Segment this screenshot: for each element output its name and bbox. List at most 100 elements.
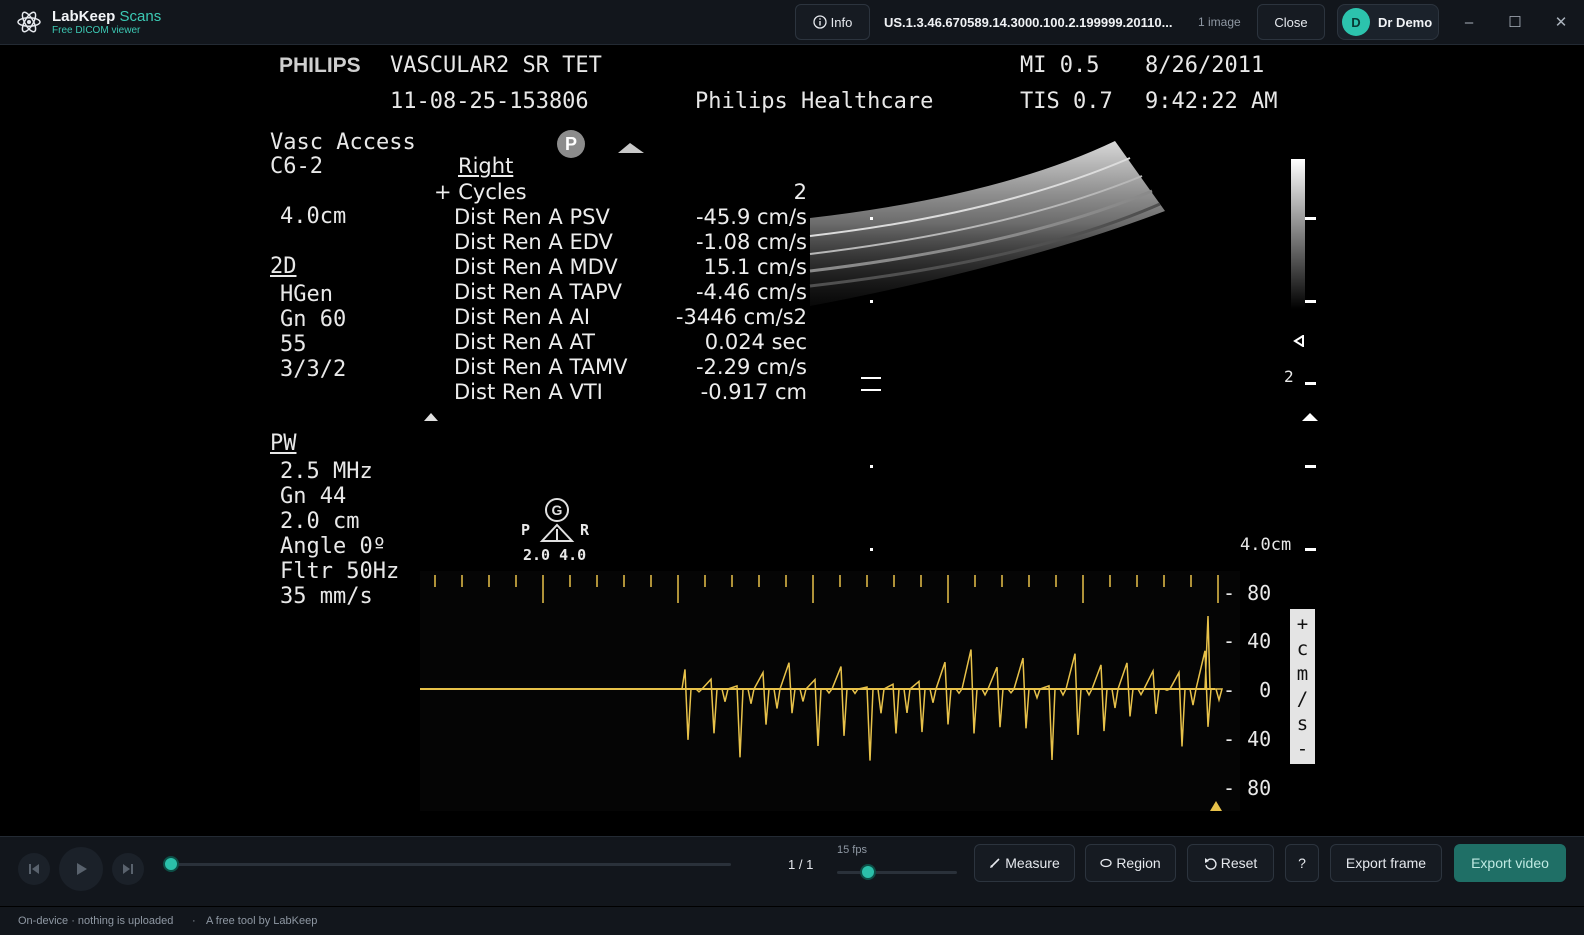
frame-scrubber[interactable] (171, 863, 731, 866)
close-window-button[interactable]: ✕ (1551, 12, 1571, 32)
sample-volume-dot (870, 300, 873, 303)
preset-label: VASCULAR2 SR TET (390, 53, 602, 78)
fps-slider[interactable] (837, 871, 957, 874)
scale-tick (1305, 382, 1316, 385)
fps-slider-handle[interactable] (860, 864, 877, 880)
mode-2d-param: HGen (280, 282, 333, 307)
application-label: Vasc Access (270, 130, 416, 155)
exam-id-label: 11-08-25-153806 (390, 89, 589, 114)
export-frame-button[interactable]: Export frame (1330, 844, 1442, 882)
play-button[interactable] (59, 847, 103, 891)
doppler-scale-label: - 80 (1223, 581, 1272, 605)
depth-label: 4.0cm (280, 204, 347, 229)
measure-button[interactable]: Measure (974, 844, 1075, 882)
mode-pw-param: 2.5 MHz (280, 459, 373, 484)
info-button[interactable]: Info (795, 4, 870, 40)
privacy-note: On-device · nothing is uploaded (18, 915, 174, 927)
play-icon (77, 863, 87, 875)
footer: On-device · nothing is uploaded · A free… (0, 907, 1584, 935)
app-window: LabKeep Scans Free DICOM viewer Info US.… (0, 0, 1584, 935)
vendor-label: PHILIPS (279, 54, 361, 77)
skip-back-icon (29, 864, 39, 874)
measurement-row: Dist Ren A EDV -1.08 cm/s (454, 230, 807, 254)
scale-tick (1305, 548, 1316, 551)
mode-pw-param: Gn 44 (280, 484, 347, 509)
minimize-window-button[interactable]: – (1459, 12, 1479, 32)
mode-pw-param: Fltr 50Hz (280, 559, 400, 584)
measurement-row: Dist Ren A PSV -45.9 cm/s (454, 205, 807, 229)
mode-pw-label: PW (270, 431, 297, 456)
frame-scrubber-handle[interactable] (163, 856, 179, 872)
mode-2d-param: Gn 60 (280, 307, 347, 332)
probe-label: C6-2 (270, 154, 323, 179)
measurement-row: Dist Ren A AT 0.024 sec (454, 330, 807, 354)
doppler-scale-label: - 80 (1223, 776, 1272, 800)
close-button[interactable]: Close (1257, 4, 1325, 40)
sample-volume-dot (870, 548, 873, 551)
reset-button[interactable]: Reset (1187, 844, 1274, 882)
skip-forward-icon (123, 864, 133, 874)
app-name: LabKeep Scans (52, 8, 162, 25)
info-label: Info (830, 14, 853, 30)
measurement-row: + Cycles 2 (434, 180, 807, 204)
dicom-viewport[interactable]: PHILIPS VASCULAR2 SR TET MI 0.5 8/26/201… (0, 46, 1584, 836)
baseline-marker-icon (424, 413, 438, 421)
scale-tick (1305, 465, 1316, 468)
atom-logo-icon (17, 11, 41, 33)
depth-scale-value: 2 (1284, 367, 1294, 386)
fps-label: 15 fps (837, 844, 867, 856)
user-menu[interactable]: D Dr Demo (1337, 4, 1439, 40)
sample-volume-dot (870, 465, 873, 468)
doppler-scale-label: - 0 (1223, 678, 1272, 702)
measurement-row: Dist Ren A VTI -0.917 cm (454, 380, 807, 404)
scale-tick (1305, 300, 1316, 303)
depth-scale-bottom: 4.0cm (1240, 535, 1292, 555)
g-marker-right: R (580, 521, 590, 539)
institution-label: Philips Healthcare (695, 89, 934, 114)
velocity-unit-box: + c m / s - (1290, 609, 1315, 764)
next-frame-button[interactable] (112, 853, 144, 885)
mode-pw-param: 35 mm/s (280, 584, 373, 609)
time-label: 9:42:22 AM (1145, 89, 1278, 114)
sample-gate-icon (861, 377, 881, 391)
export-video-button[interactable]: Export video (1454, 844, 1566, 882)
doppler-scale-label: - 40 (1223, 727, 1272, 751)
b-mode-image (809, 141, 1165, 306)
tis-label: TIS 0.7 (1020, 89, 1113, 114)
image-count: 1 image (1198, 15, 1241, 29)
g-marker-left: P (521, 521, 531, 539)
help-button[interactable]: ? (1285, 844, 1319, 882)
region-button[interactable]: Region (1085, 844, 1176, 882)
previous-frame-button[interactable] (18, 853, 50, 885)
measurement-row: Dist Ren A AI -3446 cm/s2 (454, 305, 807, 329)
date-label: 8/26/2011 (1145, 53, 1265, 78)
measurement-row: Dist Ren A MDV 15.1 cm/s (454, 255, 807, 279)
credit-note: A free tool by LabKeep (206, 915, 318, 927)
doppler-spectrum (420, 571, 1240, 811)
focus-marker-icon (1293, 335, 1304, 347)
study-id: US.1.3.46.670589.14.3000.100.2.199999.20… (884, 15, 1173, 30)
mode-pw-param: Angle 0º (280, 534, 386, 559)
mi-label: MI 0.5 (1020, 53, 1100, 78)
grayscale-bar (1291, 159, 1305, 309)
mode-2d-label: 2D (270, 254, 297, 279)
app-subtitle: Free DICOM viewer (52, 25, 141, 36)
scale-tick (1305, 217, 1316, 220)
user-name: Dr Demo (1378, 14, 1433, 30)
footer-separator: · (192, 915, 196, 927)
doppler-scale-label: - 40 (1223, 629, 1272, 653)
avatar: D (1342, 8, 1370, 36)
maximize-window-button[interactable]: ☐ (1505, 12, 1525, 32)
pencil-icon (990, 858, 1000, 868)
mode-2d-param: 55 (280, 332, 307, 357)
measurement-table: + Cycles 2 Dist Ren A PSV -45.9 cm/s Dist … (434, 153, 807, 413)
transducer-icon (539, 523, 575, 542)
measurement-row: Dist Ren A TAMV -2.29 cm/s (454, 355, 807, 379)
measurement-row: Dist Ren A TAPV -4.46 cm/s (454, 280, 807, 304)
frame-counter: 1 / 1 (788, 857, 814, 872)
sample-volume-dot (870, 217, 873, 220)
mode-pw-param: 2.0 cm (280, 509, 360, 534)
ellipse-icon (1100, 858, 1112, 868)
info-icon (813, 15, 827, 29)
g-marker-values: 2.0 4.0 (523, 546, 587, 564)
